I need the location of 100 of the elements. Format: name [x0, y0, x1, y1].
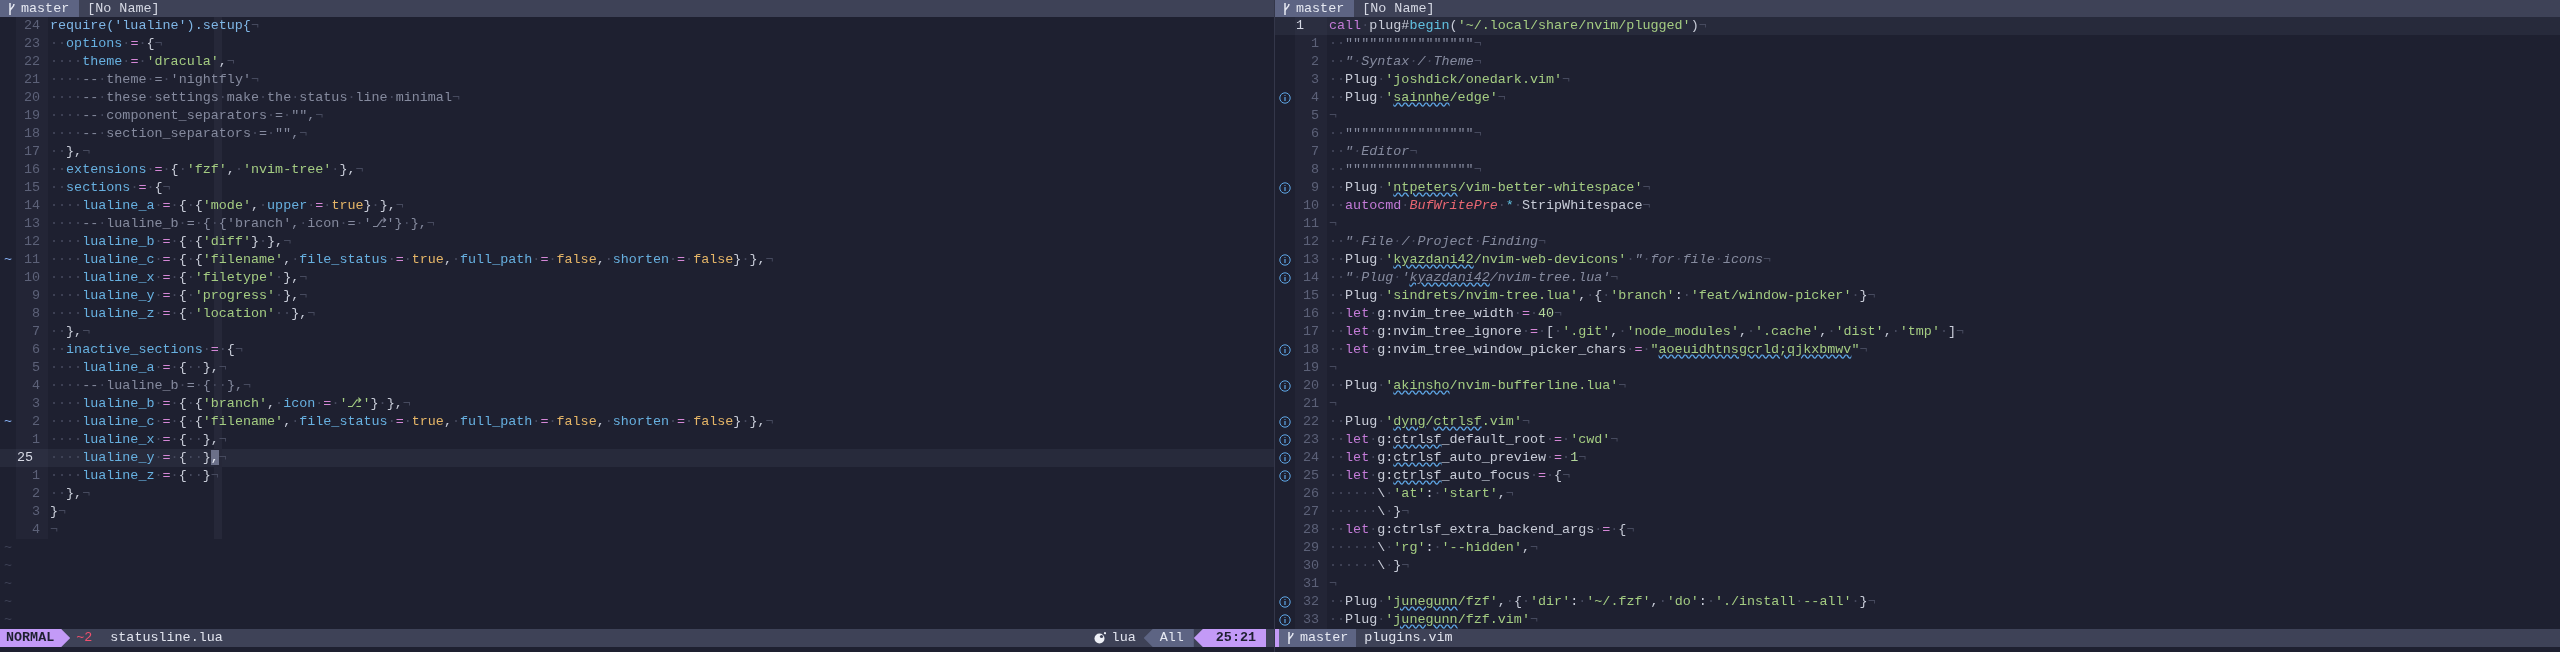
info-icon	[1279, 596, 1291, 608]
branch-icon	[1287, 632, 1294, 644]
code-line: ··""""""""""""""""¬	[1328, 35, 1483, 53]
line-number: 15	[16, 179, 48, 197]
line-number: 21	[1295, 395, 1327, 413]
line-number: 5	[16, 359, 48, 377]
info-icon	[1279, 434, 1291, 446]
branch-tab[interactable]: master	[1275, 0, 1355, 17]
code-line: ··"·Editor¬	[1328, 143, 1419, 161]
code-line: ··let·g:ctrlsf_extra_backend_args·=·{¬	[1328, 521, 1636, 539]
info-icon	[1279, 380, 1291, 392]
line-number: 3	[16, 395, 48, 413]
lua-icon	[1093, 632, 1106, 644]
file-name: statusline.lua	[109, 629, 224, 647]
line-number: 33	[1295, 611, 1327, 629]
line-number: 19	[1295, 359, 1327, 377]
empty-line-marker: ~	[2, 611, 13, 629]
line-number: 9	[1295, 179, 1327, 197]
info-icon	[1279, 452, 1291, 464]
code-line: ······\·}¬	[1328, 557, 1411, 575]
line-number: 2	[16, 413, 48, 431]
code-line: ··"·File·/·Project·Finding¬	[1328, 233, 1548, 251]
line-number: 17	[1295, 323, 1327, 341]
code-line: ··let·g:nvim_tree_window_picker_chars·=·"aoeuidhtnsgcrld;qjkxbmwv"¬	[1328, 341, 1869, 359]
line-number: 1	[16, 431, 48, 449]
file-name: plugins.vim	[1363, 629, 1454, 647]
info-icon	[1279, 614, 1291, 626]
code-line: ··Plug·'ntpeters/vim-better-whitespace'¬	[1328, 179, 1652, 197]
line-number: 29	[1295, 539, 1327, 557]
line-number: 10	[1295, 197, 1327, 215]
line-number: 11	[1295, 215, 1327, 233]
code-line: ··Plug·'joshdick/onedark.vim'¬	[1328, 71, 1572, 89]
line-number: 15	[1295, 287, 1327, 305]
code-line: ··let·g:ctrlsf_default_root·=·'cwd'¬	[1328, 431, 1620, 449]
line-number: 22	[16, 53, 48, 71]
code-line: ··Plug·'sindrets/nvim-tree.lua',·{·'branch':·'feat/window-picker'·}¬	[1328, 287, 1877, 305]
line-number: 1	[1295, 35, 1327, 53]
line-number: 28	[1295, 521, 1327, 539]
line-number: 8	[16, 305, 48, 323]
line-number: 21	[16, 71, 48, 89]
code-line: ··let·g:nvim_tree_ignore·=·[·'.git',·'node_modules',·'.cache',·'dist',·'tmp'·]¬	[1328, 323, 1966, 341]
line-number: 16	[16, 161, 48, 179]
branch-icon	[1283, 2, 1290, 15]
empty-line-marker: ~	[2, 539, 13, 557]
empty-line-marker: ~	[2, 575, 13, 593]
code-line: ··let·g:ctrlsf_auto_focus·=·{¬	[1328, 467, 1572, 485]
change-marker: ~	[3, 413, 12, 431]
code-line: ··let·g:nvim_tree_width·=·40¬	[1328, 305, 1564, 323]
code-line: call·plug#begin('~/.local/share/nvim/plugged')¬	[1328, 17, 1708, 35]
line-number: 6	[1295, 125, 1327, 143]
line-number: 20	[16, 89, 48, 107]
code-line: ¬	[1328, 395, 1339, 413]
info-icon	[1279, 416, 1291, 428]
line-number: 12	[16, 233, 48, 251]
info-icon	[1279, 344, 1291, 356]
code-line: ······\·}¬	[1328, 503, 1411, 521]
code-line: ··Plug·'junegunn/fzf.vim'¬	[1328, 611, 1539, 629]
line-number: 11	[16, 251, 48, 269]
line-number: 20	[1295, 377, 1327, 395]
line-number: 6	[16, 341, 48, 359]
line-number: 13	[16, 215, 48, 233]
line-number: 23	[1295, 431, 1327, 449]
scroll-position: All	[1143, 629, 1194, 647]
line-number: 31	[1295, 575, 1327, 593]
line-number: 18	[16, 125, 48, 143]
info-icon	[1279, 182, 1291, 194]
code-line: ··""""""""""""""""¬	[1328, 161, 1483, 179]
line-number: 3	[16, 503, 48, 521]
line-number: 16	[1295, 305, 1327, 323]
branch-tab[interactable]: master	[0, 0, 80, 17]
code-line: ··Plug·'dyng/ctrlsf.vim'¬	[1328, 413, 1531, 431]
line-number: 23	[16, 35, 48, 53]
line-number: 1	[16, 467, 48, 485]
code-line: ······\·'at':·'start',¬	[1328, 485, 1515, 503]
code-line: ··Plug·'kyazdani42/nvim-web-devicons'·"·for·file·icons¬	[1328, 251, 1773, 269]
line-number: 25	[1295, 467, 1327, 485]
line-number: 9	[16, 287, 48, 305]
line-number: 30	[1295, 557, 1327, 575]
filetype-label: lua	[1111, 629, 1136, 647]
line-number: 14	[1295, 269, 1327, 287]
mode-indicator: NORMAL	[0, 629, 71, 647]
diff-count: ~2	[75, 629, 94, 647]
line-number: 26	[1295, 485, 1327, 503]
info-icon	[1279, 272, 1291, 284]
buffer-tab[interactable]: [No Name]	[79, 0, 168, 17]
line-number: 2	[16, 485, 48, 503]
line-number: 19	[16, 107, 48, 125]
line-number: 2	[1295, 53, 1327, 71]
line-number: 22	[1295, 413, 1327, 431]
line-number: 24	[1295, 449, 1327, 467]
code-line: ¬	[1328, 215, 1339, 233]
line-number: 13	[1295, 251, 1327, 269]
code-line: ¬	[1328, 359, 1339, 377]
code-line: ··Plug·'akinsho/nvim-bufferline.lua'¬	[1328, 377, 1628, 395]
line-number: 7	[1295, 143, 1327, 161]
info-icon	[1279, 470, 1291, 482]
branch-name: master	[1300, 629, 1349, 647]
line-number: 32	[1295, 593, 1327, 611]
buffer-tab[interactable]: [No Name]	[1354, 0, 1443, 17]
code-line: ¬	[1328, 107, 1339, 125]
